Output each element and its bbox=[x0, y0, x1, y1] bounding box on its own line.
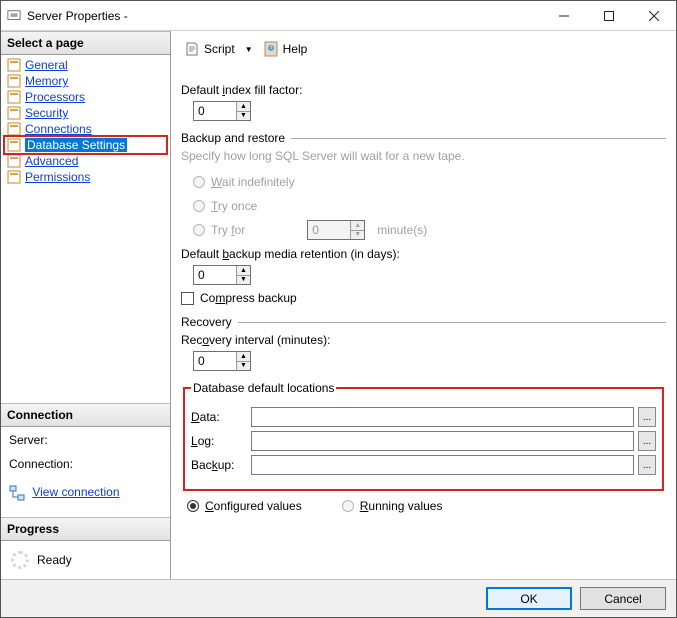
fill-factor-stepper[interactable]: ▲▼ bbox=[193, 101, 251, 121]
try-once-radio: Try once bbox=[193, 195, 666, 217]
sidebar-item-security[interactable]: Security bbox=[5, 105, 166, 121]
page-icon bbox=[7, 58, 21, 72]
page-icon bbox=[7, 154, 21, 168]
app-icon bbox=[7, 9, 21, 23]
page-list: General Memory Processors Security Conne… bbox=[5, 57, 166, 185]
svg-text:?: ? bbox=[269, 46, 272, 52]
ok-button[interactable]: OK bbox=[486, 587, 572, 610]
backup-browse-button[interactable]: ... bbox=[638, 455, 656, 475]
cancel-button[interactable]: Cancel bbox=[580, 587, 666, 610]
stepper-down-icon[interactable]: ▼ bbox=[237, 276, 250, 285]
server-label: Server: bbox=[9, 433, 162, 447]
help-icon: ? bbox=[263, 41, 279, 57]
data-browse-button[interactable]: ... bbox=[638, 407, 656, 427]
stepper-down-icon[interactable]: ▼ bbox=[237, 362, 250, 371]
sidebar-item-processors[interactable]: Processors bbox=[5, 89, 166, 105]
running-values-radio[interactable]: Running values bbox=[342, 499, 443, 513]
script-icon bbox=[184, 41, 200, 57]
script-dropdown-icon[interactable]: ▼ bbox=[242, 45, 256, 54]
configured-values-radio[interactable]: Configured values bbox=[187, 499, 302, 513]
log-browse-button[interactable]: ... bbox=[638, 431, 656, 451]
maximize-icon bbox=[604, 11, 614, 21]
page-icon bbox=[7, 170, 21, 184]
select-page-header: Select a page bbox=[1, 31, 170, 55]
log-path-input[interactable] bbox=[251, 431, 634, 451]
network-icon bbox=[9, 485, 25, 501]
page-icon bbox=[7, 138, 21, 152]
stepper-up-icon[interactable]: ▲ bbox=[237, 266, 250, 276]
close-button[interactable] bbox=[631, 1, 676, 30]
sidebar: Select a page General Memory Processors … bbox=[1, 31, 171, 579]
maximize-button[interactable] bbox=[586, 1, 631, 30]
main-panel: Script ▼ ? Help Default index fill facto… bbox=[171, 31, 676, 579]
recovery-interval-input[interactable] bbox=[194, 352, 236, 370]
window-title: Server Properties - bbox=[27, 9, 541, 23]
data-label: Data: bbox=[191, 410, 247, 424]
sidebar-item-general[interactable]: General bbox=[5, 57, 166, 73]
sidebar-item-database-settings[interactable]: Database Settings bbox=[5, 137, 166, 153]
compress-backup-checkbox[interactable]: Compress backup bbox=[181, 291, 666, 305]
media-retention-label: Default backup media retention (in days)… bbox=[181, 247, 666, 261]
locations-header: Database default locations bbox=[191, 381, 336, 395]
page-icon bbox=[7, 106, 21, 120]
footer: OK Cancel bbox=[1, 579, 676, 617]
sidebar-item-permissions[interactable]: Permissions bbox=[5, 169, 166, 185]
progress-spinner-icon bbox=[11, 551, 29, 569]
try-for-input bbox=[308, 221, 350, 239]
minimize-button[interactable] bbox=[541, 1, 586, 30]
backup-label: Backup: bbox=[191, 458, 247, 472]
database-default-locations-group: Database default locations Data: ... Log… bbox=[183, 381, 664, 491]
log-label: Log: bbox=[191, 434, 247, 448]
try-for-radio: Try for ▲▼ minute(s) bbox=[193, 219, 666, 241]
stepper-down-icon[interactable]: ▼ bbox=[237, 112, 250, 121]
progress-status: Ready bbox=[37, 553, 72, 567]
data-path-input[interactable] bbox=[251, 407, 634, 427]
view-connection-link[interactable]: View connection bbox=[32, 485, 119, 499]
media-retention-input[interactable] bbox=[194, 266, 236, 284]
progress-header: Progress bbox=[1, 517, 170, 541]
stepper-up-icon[interactable]: ▲ bbox=[237, 102, 250, 112]
sidebar-item-memory[interactable]: Memory bbox=[5, 73, 166, 89]
titlebar: Server Properties - bbox=[1, 1, 676, 31]
stepper-up-icon[interactable]: ▲ bbox=[237, 352, 250, 362]
recovery-interval-stepper[interactable]: ▲▼ bbox=[193, 351, 251, 371]
sidebar-item-connections[interactable]: Connections bbox=[5, 121, 166, 137]
page-icon bbox=[7, 74, 21, 88]
recovery-interval-label: Recovery interval (minutes): bbox=[181, 333, 666, 347]
page-icon bbox=[7, 122, 21, 136]
connection-header: Connection bbox=[1, 403, 170, 427]
help-button[interactable]: ? Help bbox=[260, 39, 311, 59]
backup-path-input[interactable] bbox=[251, 455, 634, 475]
media-retention-stepper[interactable]: ▲▼ bbox=[193, 265, 251, 285]
close-icon bbox=[649, 11, 659, 21]
recovery-header: Recovery bbox=[181, 315, 232, 329]
backup-restore-header: Backup and restore bbox=[181, 131, 285, 145]
minimize-icon bbox=[559, 11, 569, 21]
wait-indefinitely-radio: Wait indefinitely bbox=[193, 171, 666, 193]
script-button[interactable]: Script bbox=[181, 39, 238, 59]
fill-factor-label: Default index fill factor: bbox=[181, 83, 666, 97]
connection-label: Connection: bbox=[9, 457, 162, 471]
page-icon bbox=[7, 90, 21, 104]
sidebar-item-advanced[interactable]: Advanced bbox=[5, 153, 166, 169]
fill-factor-input[interactable] bbox=[194, 102, 236, 120]
backup-hint: Specify how long SQL Server will wait fo… bbox=[181, 149, 666, 163]
